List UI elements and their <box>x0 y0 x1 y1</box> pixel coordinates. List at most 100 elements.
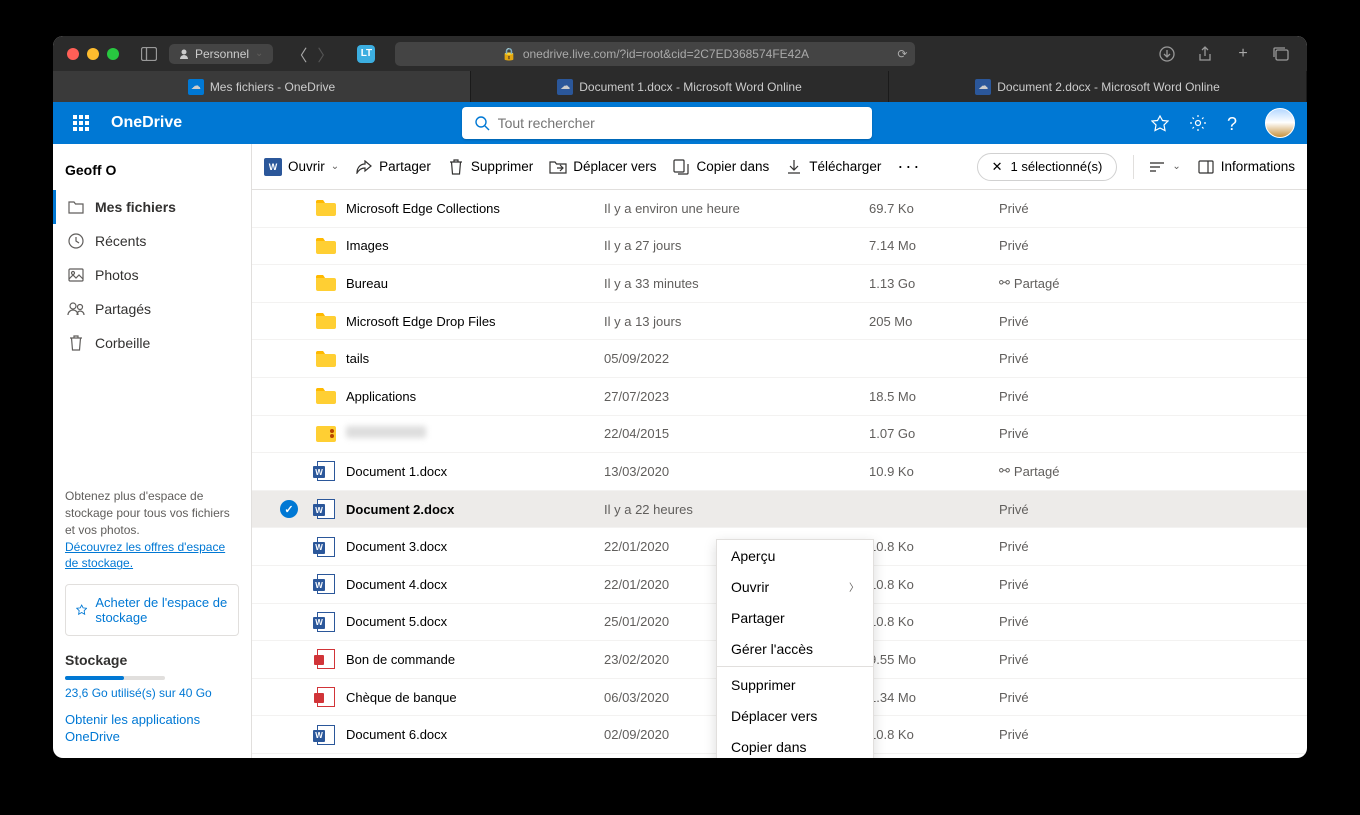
buy-storage-button[interactable]: Acheter de l'espace de stockage <box>65 584 239 636</box>
share-button[interactable]: Partager <box>355 158 431 176</box>
file-name[interactable]: Document 2.docx <box>346 502 604 517</box>
app-title[interactable]: OneDrive <box>111 114 182 132</box>
new-tab-icon[interactable]: + <box>1231 43 1255 65</box>
download-button[interactable]: Télécharger <box>785 158 881 176</box>
lock-icon: 🔒 <box>502 47 517 61</box>
file-name[interactable]: Images <box>346 238 604 253</box>
browser-tab[interactable]: ☁Mes fichiers - OneDrive <box>53 71 471 102</box>
user-avatar[interactable] <box>1265 108 1295 138</box>
file-row[interactable]: 22/04/20151.07 Go Privé <box>252 416 1307 454</box>
help-icon[interactable]: ? <box>1227 114 1245 132</box>
sidebar-item-folder[interactable]: Mes fichiers <box>53 190 251 224</box>
get-apps-link[interactable]: Obtenir les applications OneDrive <box>65 712 239 746</box>
file-size: 10.8 Ko <box>869 727 999 742</box>
file-row[interactable]: tails05/09/2022 Privé <box>252 340 1307 378</box>
file-name[interactable]: Document 5.docx <box>346 614 604 629</box>
delete-button[interactable]: Supprimer <box>447 158 533 176</box>
context-menu-item[interactable]: Aperçu <box>717 540 873 571</box>
context-menu: AperçuOuvrir〉PartagerGérer l'accès Suppri… <box>716 539 874 758</box>
address-bar[interactable]: 🔒 onedrive.live.com/?id=root&cid=2C7ED36… <box>395 42 915 66</box>
window-maximize-button[interactable] <box>107 48 119 60</box>
storage-usage-text[interactable]: 23,6 Go utilisé(s) sur 40 Go <box>65 686 239 700</box>
file-name[interactable]: Microsoft Edge Drop Files <box>346 314 604 329</box>
clear-selection-icon[interactable]: ✕ <box>992 159 1003 175</box>
file-name[interactable] <box>346 426 604 441</box>
file-modified: 05/09/2022 <box>604 351 869 366</box>
file-row[interactable]: Applications27/07/202318.5 Mo Privé <box>252 378 1307 416</box>
move-button[interactable]: Déplacer vers <box>549 158 656 176</box>
file-name[interactable]: Chèque de banque <box>346 690 604 705</box>
file-name[interactable]: Bon de commande <box>346 652 604 667</box>
file-row[interactable]: Microsoft Edge CollectionsIl y a environ… <box>252 190 1307 228</box>
file-modified: 22/04/2015 <box>604 426 869 441</box>
premium-icon[interactable] <box>1151 114 1169 132</box>
shared-icon: ⚯ <box>999 275 1010 291</box>
copy-button[interactable]: Copier dans <box>672 158 769 176</box>
folder-icon <box>67 198 85 216</box>
file-name[interactable]: Document 3.docx <box>346 539 604 554</box>
selection-pill[interactable]: ✕ 1 sélectionné(s) <box>977 153 1118 181</box>
checked-icon[interactable]: ✓ <box>280 500 298 518</box>
share-icon[interactable] <box>1193 43 1217 65</box>
file-row[interactable]: ✓Document 2.docxIl y a 22 heures Privé <box>252 491 1307 529</box>
file-name[interactable]: tails <box>346 351 604 366</box>
context-menu-item[interactable]: Supprimer <box>717 669 873 700</box>
profile-switcher[interactable]: Personnel ⌄ <box>169 44 273 64</box>
window-close-button[interactable] <box>67 48 79 60</box>
open-button[interactable]: W Ouvrir ⌄ <box>264 158 339 176</box>
browser-tab[interactable]: ☁Document 1.docx - Microsoft Word Online <box>471 71 889 102</box>
context-menu-item[interactable]: Partager <box>717 602 873 633</box>
file-sharing: Privé <box>999 539 1307 554</box>
browser-tab[interactable]: ☁Document 2.docx - Microsoft Word Online <box>889 71 1307 102</box>
settings-icon[interactable] <box>1189 114 1207 132</box>
file-modified: 13/03/2020 <box>604 464 869 479</box>
file-name[interactable]: Document 4.docx <box>346 577 604 592</box>
context-menu-item[interactable]: Gérer l'accès <box>717 633 873 664</box>
tab-favicon: ☁ <box>975 79 991 95</box>
context-menu-item[interactable]: Déplacer vers <box>717 700 873 731</box>
info-button[interactable]: Informations <box>1197 158 1295 176</box>
file-sharing: ⚯ Partagé <box>999 275 1307 291</box>
sidebar-item-people[interactable]: Partagés <box>53 292 251 326</box>
file-row[interactable]: BureauIl y a 33 minutes1.13 Go⚯ Partagé <box>252 265 1307 303</box>
back-button[interactable]: 〈 <box>287 43 311 65</box>
context-menu-item[interactable]: Copier dans <box>717 731 873 758</box>
share-arrow-icon <box>355 158 373 176</box>
people-icon <box>67 300 85 318</box>
file-modified: Il y a 33 minutes <box>604 276 869 291</box>
tab-strip: ☁Mes fichiers - OneDrive☁Document 1.docx… <box>53 71 1307 102</box>
sidebar-item-trash[interactable]: Corbeille <box>53 326 251 360</box>
file-name[interactable]: Document 6.docx <box>346 727 604 742</box>
file-size: 7.14 Mo <box>869 238 999 253</box>
more-button[interactable]: ··· <box>897 156 921 177</box>
sidebar-toggle-icon[interactable] <box>137 43 161 65</box>
file-name[interactable]: Microsoft Edge Collections <box>346 201 604 216</box>
storage-offers-link[interactable]: Découvrez les offres d'espace de stockag… <box>65 540 225 571</box>
reload-icon[interactable]: ⟳ <box>897 47 907 61</box>
file-row[interactable]: Document 1.docx13/03/202010.9 Ko⚯ Partag… <box>252 453 1307 491</box>
extension-icon[interactable]: LT <box>357 45 375 63</box>
file-type-icon <box>306 725 346 745</box>
tabs-overview-icon[interactable] <box>1269 43 1293 65</box>
app-launcher-button[interactable] <box>65 115 97 131</box>
file-row[interactable]: Microsoft Edge Drop FilesIl y a 13 jours… <box>252 303 1307 341</box>
file-modified: Il y a 27 jours <box>604 238 869 253</box>
search-box[interactable] <box>462 107 872 139</box>
window-minimize-button[interactable] <box>87 48 99 60</box>
context-menu-item[interactable]: Ouvrir〉 <box>717 571 873 602</box>
file-type-icon <box>306 238 346 254</box>
forward-button[interactable]: 〉 <box>313 43 337 65</box>
file-row[interactable]: ImagesIl y a 27 jours7.14 Mo Privé <box>252 228 1307 266</box>
file-name[interactable]: Document 1.docx <box>346 464 604 479</box>
search-input[interactable] <box>498 115 860 131</box>
sidebar-item-clock[interactable]: Récents <box>53 224 251 258</box>
file-sharing: Privé <box>999 351 1307 366</box>
file-size: 1.34 Mo <box>869 690 999 705</box>
file-type-icon <box>306 537 346 557</box>
downloads-icon[interactable] <box>1155 43 1179 65</box>
sort-button[interactable]: ⌄ <box>1150 161 1180 173</box>
file-sharing: Privé <box>999 238 1307 253</box>
file-name[interactable]: Bureau <box>346 276 604 291</box>
sidebar-item-photo[interactable]: Photos <box>53 258 251 292</box>
file-name[interactable]: Applications <box>346 389 604 404</box>
